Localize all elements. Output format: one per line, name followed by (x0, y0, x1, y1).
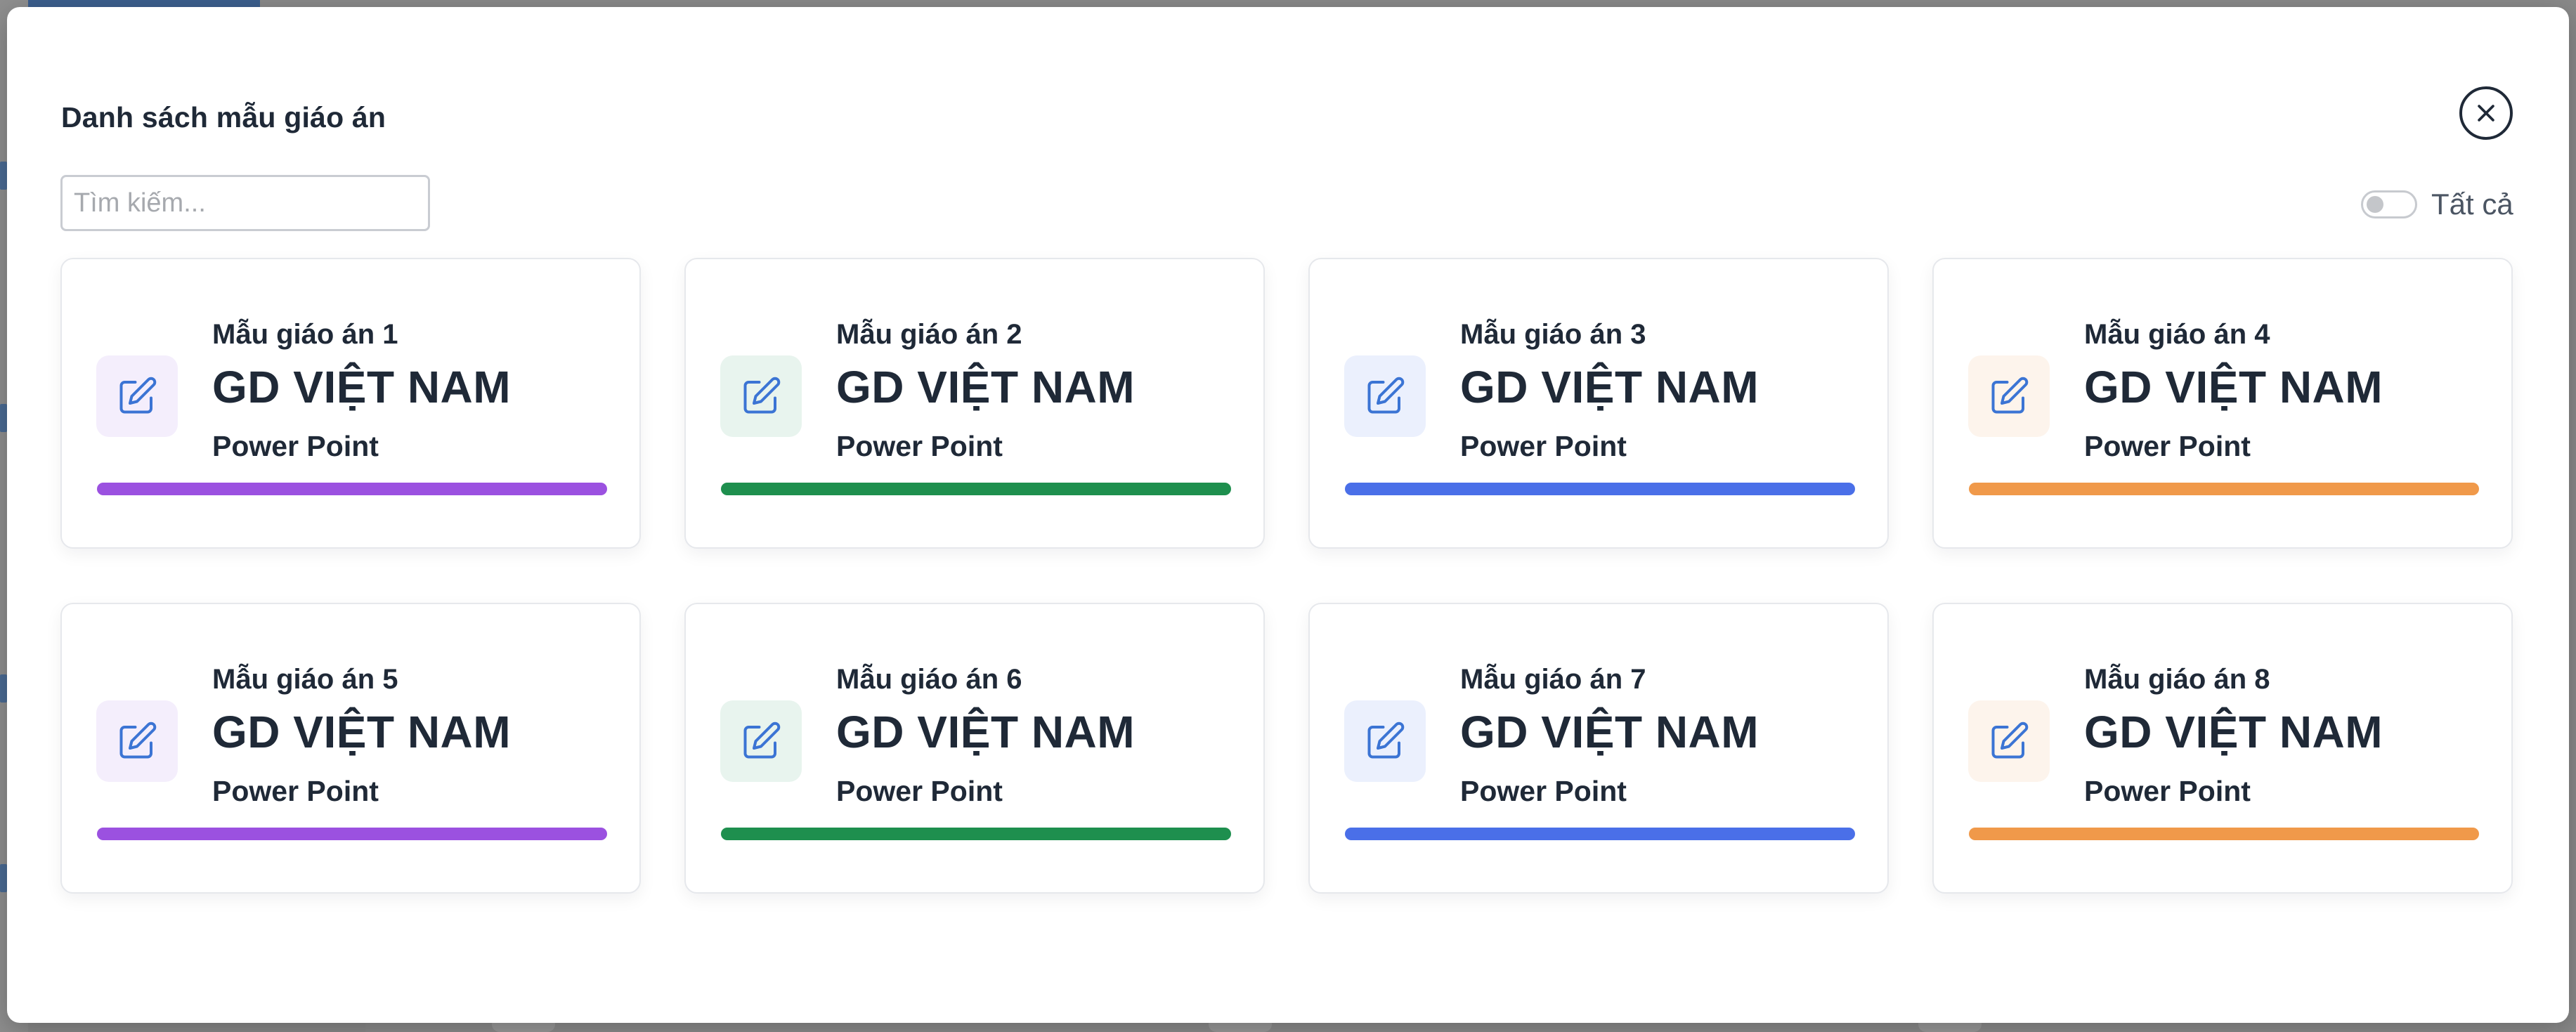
background-sidebar-mark (0, 674, 7, 703)
card-title: Mẫu giáo án 2 (836, 319, 1022, 350)
card-icon-box (720, 355, 802, 437)
close-icon (2478, 105, 2494, 122)
card-organization: GD VIỆT NAM (1460, 362, 1759, 412)
card-organization: GD VIỆT NAM (836, 707, 1136, 757)
card-icon-box (1968, 700, 2050, 782)
card-type: Power Point (1460, 430, 1627, 462)
show-all-label: Tất cả (2431, 188, 2513, 221)
card-type: Power Point (836, 430, 1003, 462)
edit-icon (743, 377, 781, 414)
card-accent-bar (1969, 483, 2479, 495)
card-icon-box (1968, 355, 2050, 437)
card-organization: GD VIỆT NAM (836, 362, 1136, 412)
background-sidebar-mark (0, 162, 7, 190)
template-list-modal: Danh sách mẫu giáo án Tất cả Mẫu giáo án… (7, 7, 2569, 1023)
background-sidebar-mark (0, 404, 7, 432)
card-title: Mẫu giáo án 8 (2084, 664, 2270, 695)
card-title: Mẫu giáo án 7 (1460, 664, 1646, 695)
template-card[interactable]: Mẫu giáo án 1 GD VIỆT NAM Power Point (60, 258, 641, 549)
template-card[interactable]: Mẫu giáo án 4 GD VIỆT NAM Power Point (1932, 258, 2513, 549)
card-type: Power Point (1460, 775, 1627, 807)
template-grid: Mẫu giáo án 1 GD VIỆT NAM Power Point Mẫ… (60, 258, 2513, 894)
template-card[interactable]: Mẫu giáo án 3 GD VIỆT NAM Power Point (1308, 258, 1889, 549)
card-type: Power Point (212, 775, 379, 807)
template-card[interactable]: Mẫu giáo án 2 GD VIỆT NAM Power Point (684, 258, 1265, 549)
card-organization: GD VIỆT NAM (2084, 362, 2383, 412)
card-organization: GD VIỆT NAM (1460, 707, 1759, 757)
card-icon-box (720, 700, 802, 782)
card-icon-box (96, 355, 178, 437)
card-accent-bar (1345, 828, 1855, 840)
card-icon-box (1344, 355, 1426, 437)
card-title: Mẫu giáo án 6 (836, 664, 1022, 695)
card-type: Power Point (212, 430, 379, 462)
card-title: Mẫu giáo án 1 (212, 319, 398, 350)
card-organization: GD VIỆT NAM (212, 362, 512, 412)
search-input[interactable] (60, 175, 430, 231)
close-button[interactable] (2459, 86, 2513, 140)
modal-title: Danh sách mẫu giáo án (61, 101, 386, 133)
template-card[interactable]: Mẫu giáo án 6 GD VIỆT NAM Power Point (684, 603, 1265, 894)
toggle-knob (2367, 196, 2383, 213)
edit-icon (743, 721, 781, 759)
card-title: Mẫu giáo án 5 (212, 664, 398, 695)
edit-icon (119, 721, 157, 759)
card-type: Power Point (2084, 430, 2251, 462)
card-accent-bar (97, 483, 607, 495)
card-title: Mẫu giáo án 3 (1460, 319, 1646, 350)
template-card[interactable]: Mẫu giáo án 5 GD VIỆT NAM Power Point (60, 603, 641, 894)
edit-icon (119, 377, 157, 414)
card-icon-box (96, 700, 178, 782)
show-all-toggle[interactable] (2361, 190, 2417, 218)
card-organization: GD VIỆT NAM (2084, 707, 2383, 757)
card-accent-bar (721, 483, 1231, 495)
card-accent-bar (1345, 483, 1855, 495)
template-card[interactable]: Mẫu giáo án 7 GD VIỆT NAM Power Point (1308, 603, 1889, 894)
background-sidebar-mark (0, 864, 7, 892)
template-card[interactable]: Mẫu giáo án 8 GD VIỆT NAM Power Point (1932, 603, 2513, 894)
card-type: Power Point (2084, 775, 2251, 807)
card-accent-bar (97, 828, 607, 840)
card-icon-box (1344, 700, 1426, 782)
edit-icon (1367, 721, 1405, 759)
card-type: Power Point (836, 775, 1003, 807)
show-all-filter: Tất cả (2361, 188, 2513, 221)
card-accent-bar (721, 828, 1231, 840)
edit-icon (1367, 377, 1405, 414)
edit-icon (1991, 721, 2029, 759)
edit-icon (1991, 377, 2029, 414)
card-accent-bar (1969, 828, 2479, 840)
card-organization: GD VIỆT NAM (212, 707, 512, 757)
card-title: Mẫu giáo án 4 (2084, 319, 2270, 350)
